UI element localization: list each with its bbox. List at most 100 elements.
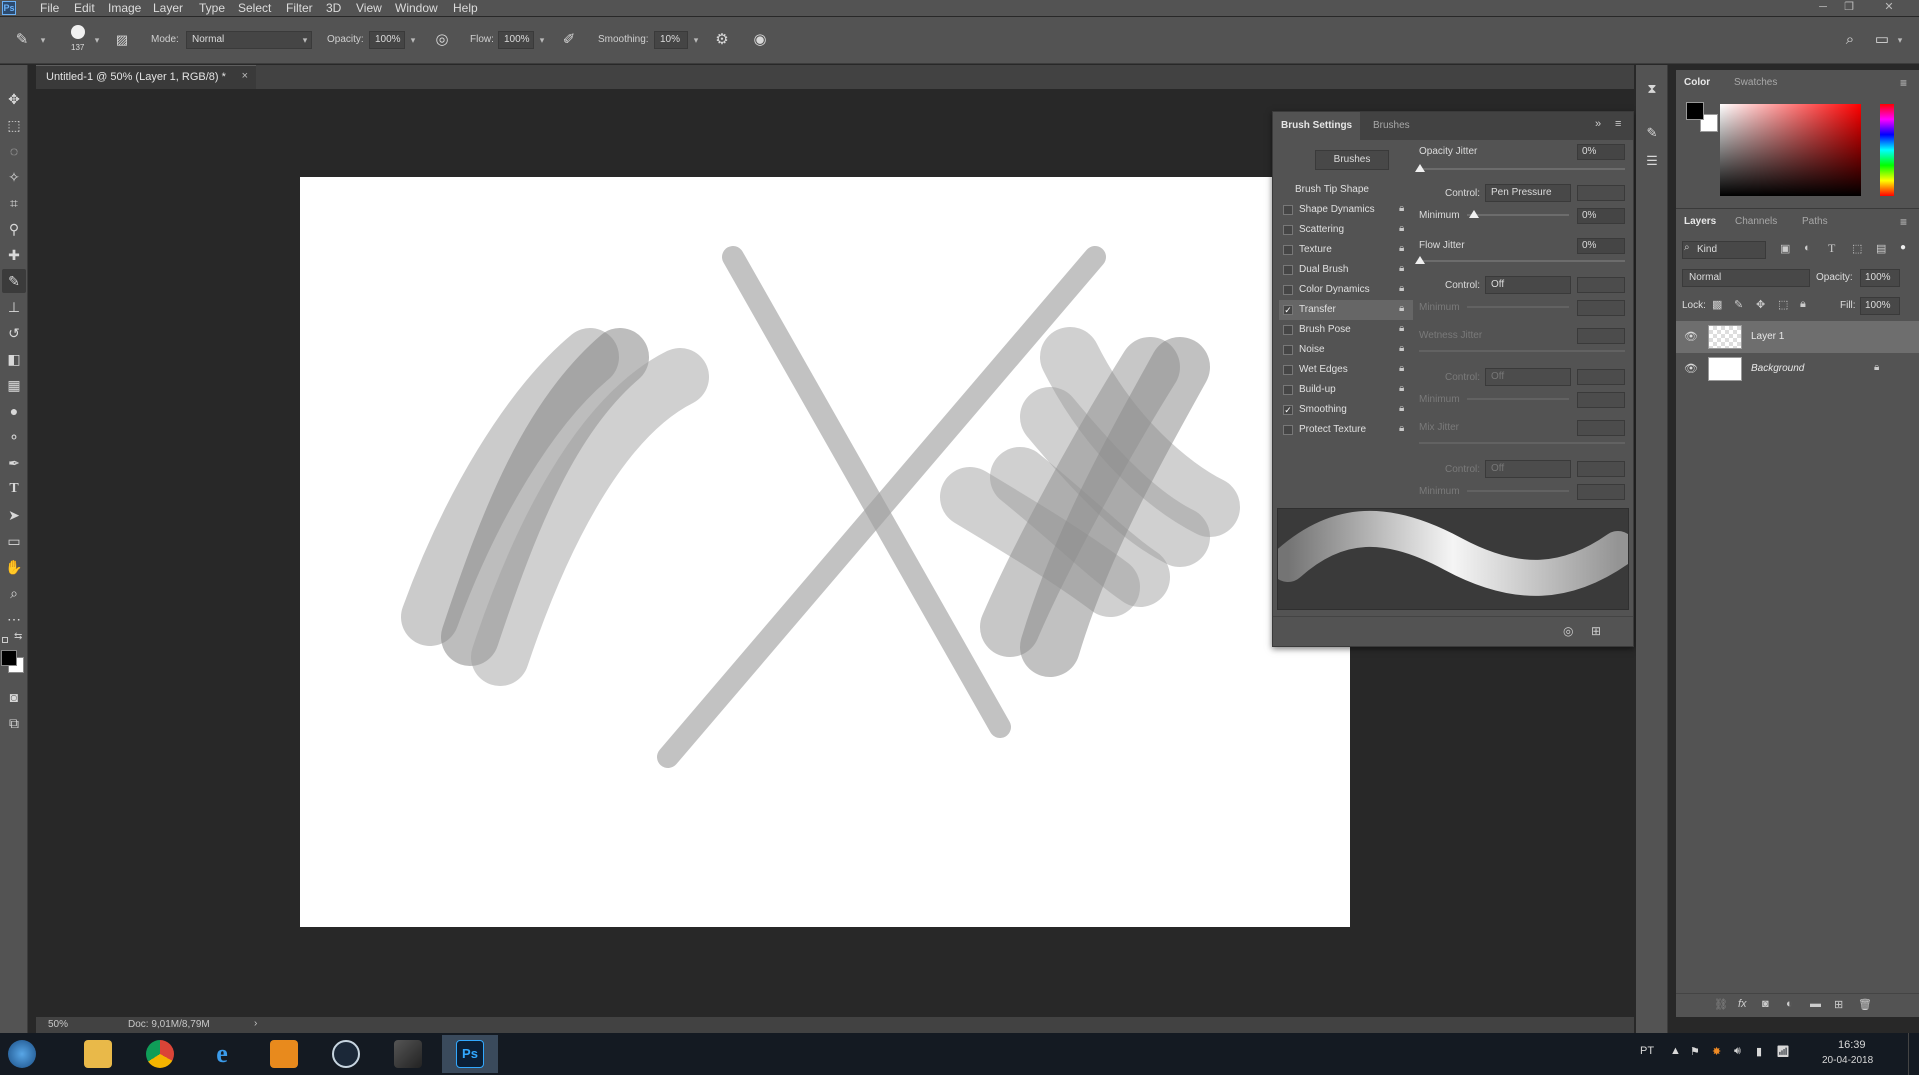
filter-shape-icon[interactable]: ⬚ [1852,242,1862,255]
minimum-slider[interactable] [1467,214,1569,216]
menu-image[interactable]: Image [108,0,141,16]
clone-stamp-tool-icon[interactable]: ⊥ [2,295,26,319]
chevron-down-icon[interactable]: ▾ [535,31,549,49]
brush-tool-preset-icon[interactable]: ✎ [10,28,34,52]
eyedropper-tool-icon[interactable]: ⚲ [2,217,26,241]
minimum-input[interactable]: 0% [1577,208,1625,224]
lock-icon[interactable]: 🔒︎ [1874,362,1879,373]
eye-icon[interactable]: 👁︎ [1684,330,1698,343]
list-item-texture[interactable]: Texture 🔒︎ [1279,240,1413,260]
fill-input[interactable]: 100% [1860,297,1900,315]
eraser-tool-icon[interactable]: ◧ [2,347,26,371]
pressure-opacity-icon[interactable]: ◎ [430,28,454,52]
list-item-noise[interactable]: Noise 🔒︎ [1279,340,1413,360]
tab-brush-settings[interactable]: Brush Settings [1273,112,1361,140]
lock-icon[interactable]: 🔒︎ [1399,383,1409,395]
filter-smart-object-icon[interactable]: ▤ [1876,242,1886,255]
list-item-brush-tip-shape[interactable]: Brush Tip Shape [1279,180,1413,200]
filter-pixel-icon[interactable]: ▣ [1780,242,1790,255]
zoom-tool-icon[interactable]: ⌕ [2,581,26,605]
delete-layer-icon[interactable]: 🗑︎ [1858,998,1872,1011]
pen-tool-icon[interactable]: ✒ [2,451,26,475]
mode-select[interactable]: Normal [186,31,312,49]
list-item-build-up[interactable]: Build-up 🔒︎ [1279,380,1413,400]
list-item-dual-brush[interactable]: Dual Brush 🔒︎ [1279,260,1413,280]
layer-style-icon[interactable]: fx [1738,998,1747,1010]
control-select-flow[interactable]: Off [1485,276,1571,294]
blend-mode-select[interactable]: Normal [1682,269,1810,287]
list-item-smoothing[interactable]: ✓ Smoothing 🔒︎ [1279,400,1413,420]
toggle-live-tip-icon[interactable]: ◎ [1563,624,1573,638]
chevron-down-icon[interactable]: ▾ [1893,31,1907,49]
taskbar-app[interactable] [380,1035,436,1073]
swap-colors-icon[interactable]: ⇆ [14,631,22,642]
lock-all-icon[interactable]: 🔒︎ [1800,298,1806,311]
slider-thumb-icon[interactable] [1415,164,1425,172]
checkbox-checked[interactable]: ✓ [1283,405,1293,415]
minimize-icon[interactable]: ─ [1810,0,1836,16]
hand-tool-icon[interactable]: ✋ [2,555,26,579]
layer-opacity-input[interactable]: 100% [1860,269,1900,287]
lock-image-icon[interactable]: ✎ [1734,298,1743,311]
lock-transparent-icon[interactable]: ▩ [1712,298,1722,311]
marquee-tool-icon[interactable]: ⬚ [2,113,26,137]
properties-panel-icon[interactable]: ☰ [1640,149,1664,173]
lock-icon[interactable]: 🔒︎ [1399,263,1409,275]
list-item-scattering[interactable]: Scattering 🔒︎ [1279,220,1413,240]
filter-adjustment-icon[interactable]: ◐ [1804,242,1811,254]
flow-jitter-input[interactable]: 0% [1577,238,1625,254]
smoothing-input[interactable]: 10% [654,31,688,49]
clock-time[interactable]: 16:39 [1838,1039,1866,1051]
control-select-opacity[interactable]: Pen Pressure [1485,184,1571,202]
menu-file[interactable]: File [40,0,59,16]
clock-date[interactable]: 20-04-2018 [1822,1055,1873,1066]
lock-icon[interactable]: 🔒︎ [1399,323,1409,335]
foreground-color-swatch[interactable] [1,650,17,666]
show-desktop-button[interactable] [1908,1033,1919,1075]
taskbar-photoshop[interactable]: Ps [442,1035,498,1073]
filter-kind-select[interactable]: Kind [1682,241,1766,259]
checkbox[interactable] [1283,225,1293,235]
lock-icon[interactable]: 🔒︎ [1399,303,1409,315]
history-panel-icon[interactable]: ⧗ [1640,77,1664,101]
layer-row-layer-1[interactable]: 👁︎ Layer 1 [1676,321,1919,353]
lock-icon[interactable]: 🔒︎ [1399,403,1409,415]
lock-icon[interactable]: 🔒︎ [1399,203,1409,215]
gear-icon[interactable]: ⚙ [710,28,734,52]
pressure-size-icon[interactable]: ◉ [748,28,772,52]
close-tab-icon[interactable]: × [242,70,248,82]
checkbox[interactable] [1283,245,1293,255]
filter-toggle-icon[interactable]: ● [1900,242,1906,253]
adjustment-layer-icon[interactable]: ◐ [1786,998,1793,1010]
collapse-panel-icon[interactable]: » [1595,118,1601,130]
new-brush-icon[interactable]: ⊞ [1591,624,1601,638]
crop-tool-icon[interactable]: ⌗ [2,191,26,215]
list-item-shape-dynamics[interactable]: Shape Dynamics 🔒︎ [1279,200,1413,220]
restore-icon[interactable]: ❐ [1836,0,1862,16]
opacity-jitter-slider[interactable] [1419,168,1625,170]
document-tab[interactable]: Untitled-1 @ 50% (Layer 1, RGB/8) * × [36,65,256,89]
lock-artboard-icon[interactable]: ⬚ [1778,298,1788,311]
menu-select[interactable]: Select [238,0,271,16]
taskbar-media-player[interactable] [256,1035,312,1073]
list-item-brush-pose[interactable]: Brush Pose 🔒︎ [1279,320,1413,340]
checkbox[interactable] [1283,265,1293,275]
network-icon[interactable]: 📶︎ [1776,1045,1790,1058]
taskbar-chrome[interactable] [132,1035,188,1073]
lock-position-icon[interactable]: ✥ [1756,298,1765,311]
menu-help[interactable]: Help [453,0,478,16]
gradient-tool-icon[interactable]: ▦ [2,373,26,397]
screen-mode-icon[interactable]: ⧉ [2,711,26,735]
tab-swatches[interactable]: Swatches [1726,70,1785,96]
lasso-tool-icon[interactable]: ◌ [2,139,26,163]
close-icon[interactable]: ✕ [1876,0,1902,16]
checkbox[interactable] [1283,425,1293,435]
checkbox[interactable] [1283,205,1293,215]
list-item-protect-texture[interactable]: Protect Texture 🔒︎ [1279,420,1413,440]
eye-icon[interactable]: 👁︎ [1684,362,1698,375]
start-button[interactable] [2,1035,42,1073]
quick-mask-icon[interactable]: ◙ [2,685,26,709]
tab-channels[interactable]: Channels [1727,209,1785,235]
menu-type[interactable]: Type [199,0,225,16]
taskbar-steam[interactable] [318,1035,374,1073]
